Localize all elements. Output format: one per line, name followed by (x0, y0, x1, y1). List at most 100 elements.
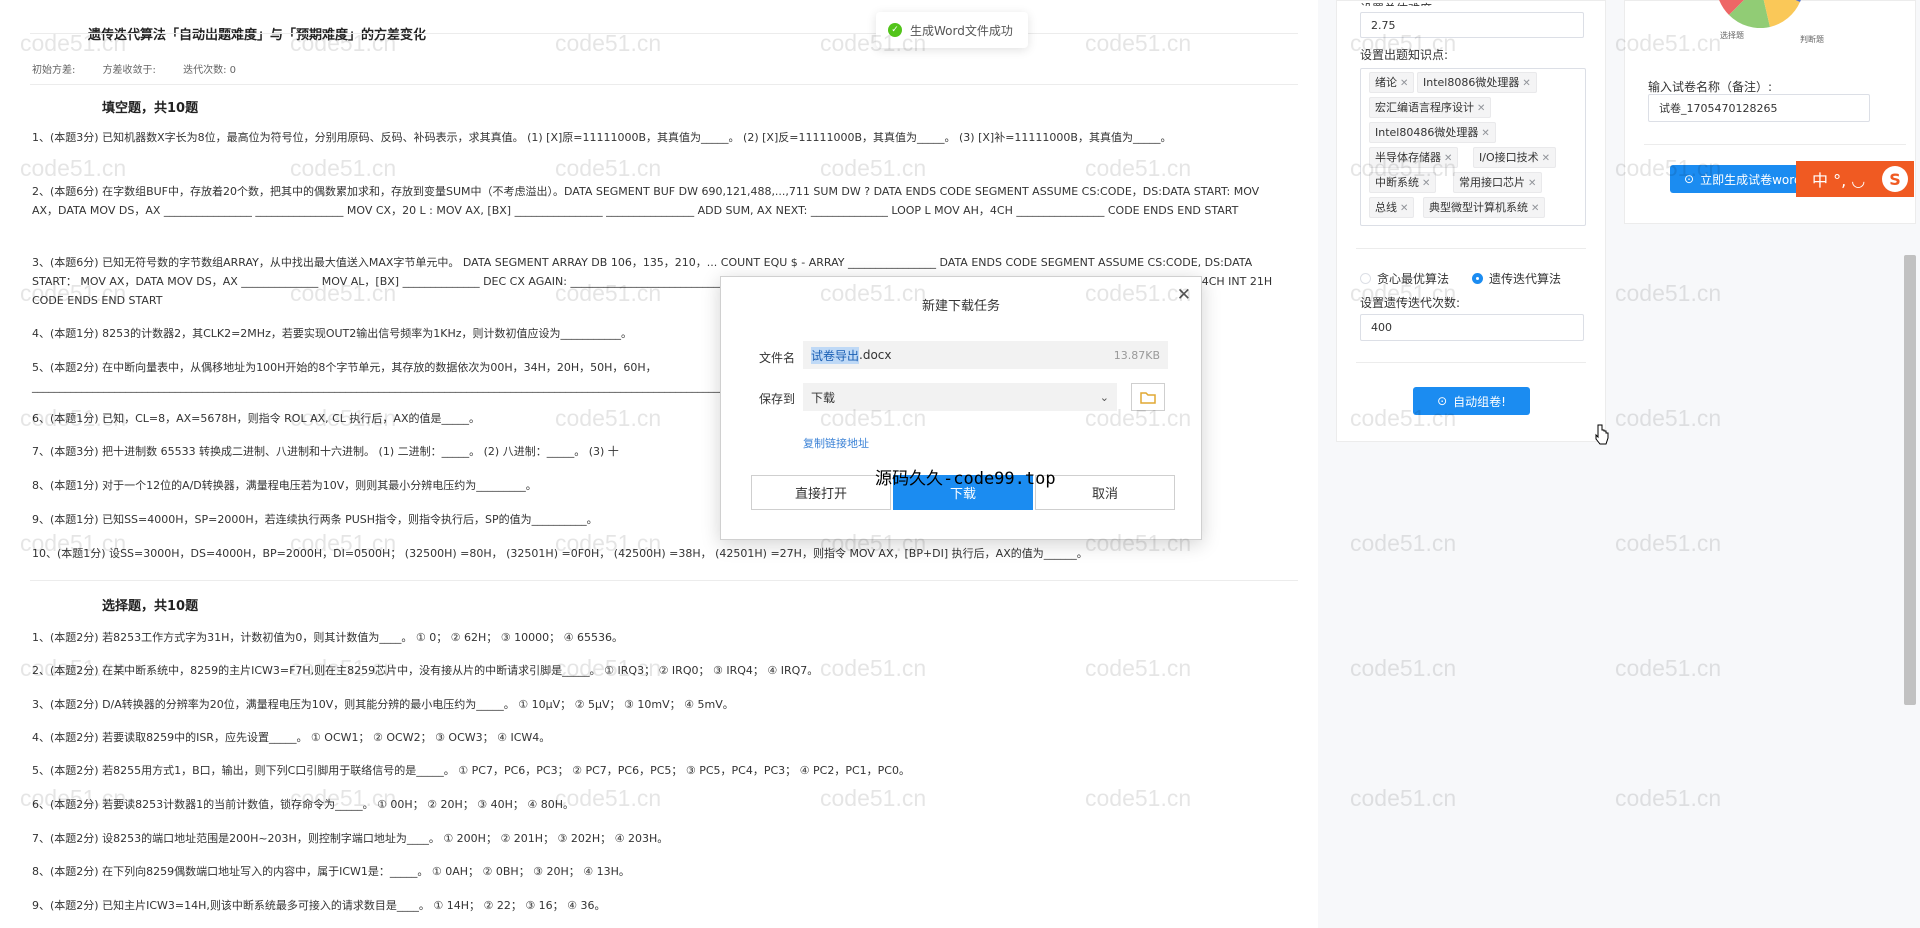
tag-item[interactable]: 宏汇编语言程序设计 ✕ (1369, 97, 1492, 118)
auto-compose-label: 自动组卷! (1453, 394, 1506, 409)
algo-genetic-label: 遗传迭代算法 (1489, 272, 1562, 286)
divider (1356, 248, 1586, 249)
download-dialog: 新建下载任务 ✕ 文件名 试卷导出 .docx 13.87KB 保存到 下载 ⌄ … (720, 276, 1202, 540)
chevron-down-icon: ⌄ (1099, 390, 1109, 404)
tag-item[interactable]: 中断系统 ✕ (1369, 172, 1437, 193)
close-icon[interactable]: ✕ (1531, 203, 1539, 214)
tag-item[interactable]: Intel8086微处理器 ✕ (1417, 72, 1537, 93)
question-item: 5、(本题2分) 若8255用方式1，B口，输出，则下列C口引脚用于联络信号的是… (32, 764, 910, 777)
question-item: 3、(本题2分) D/A转换器的分辨率为20位，满量程电压为10V，则其能分辨的… (32, 698, 734, 711)
pie-chart (1719, 0, 1801, 28)
divider (1644, 144, 1906, 145)
tag-item[interactable]: 绪论 ✕ (1369, 72, 1415, 93)
tag-label: 典型微型计算机系统 (1429, 201, 1528, 214)
ime-toolbar[interactable]: 中 °, ◡ S (1796, 161, 1914, 197)
generate-word-label: 立即生成试卷word (1700, 172, 1802, 187)
ime-status: 中 °, ◡ (1812, 171, 1866, 190)
tag-label: 总线 (1375, 201, 1397, 214)
sogou-logo-icon: S (1882, 166, 1908, 192)
tag-label: 中断系统 (1375, 176, 1419, 189)
check-circle-icon: ⊙ (1684, 172, 1695, 186)
question-item: 2、(本题2分) 在某中断系统中，8259的主片ICW3=F7H,则在主8259… (32, 664, 819, 677)
question-item: 6、(本题2分) 若要读8253计数器1的当前计数值，锁存命令为_____。 ①… (32, 798, 575, 811)
tag-item[interactable]: 典型微型计算机系统 ✕ (1423, 197, 1546, 218)
initial-variance: 初始方差: (32, 65, 76, 76)
close-icon[interactable]: ✕ (1422, 178, 1430, 189)
dialog-title: 新建下载任务 (921, 299, 1000, 314)
question-item: 7、(本题2分) 设8253的端口地址范围是200H~203H，则控制字端口地址… (32, 832, 669, 845)
close-icon[interactable]: ✕ (1400, 78, 1408, 89)
toast-text: 生成Word文件成功 (910, 23, 1013, 38)
fill-section-title: 填空题，共10题 (102, 101, 199, 116)
close-icon[interactable]: ✕ (1444, 153, 1452, 164)
tag-item[interactable]: 总线 ✕ (1369, 197, 1415, 218)
converged-variance: 方差收敛于: (102, 65, 156, 76)
paper-name-input[interactable]: 试卷_1705470128265 (1648, 94, 1870, 122)
paper-name-label: 输入试卷名称（备注）: (1648, 80, 1773, 94)
question-item: 2、(本题6分) 在字数组BUF中，存放着20个数，把其中的偶数累加求和，存放到… (32, 185, 1260, 217)
tag-label: Intel8086微处理器 (1423, 76, 1520, 89)
difficulty-input[interactable]: 2.75 (1360, 12, 1584, 38)
check-circle-icon: ⊙ (1437, 394, 1448, 408)
close-icon[interactable]: ✕ (1481, 128, 1489, 139)
divider (30, 33, 1298, 34)
saveto-label: 保存到 (759, 392, 796, 406)
tag-item[interactable]: Intel80486微处理器 ✕ (1369, 122, 1496, 143)
auto-compose-button[interactable]: ⊙ 自动组卷! (1413, 387, 1530, 415)
filename-label: 文件名 (759, 351, 796, 365)
filesize: 13.87KB (1113, 348, 1160, 362)
algo-greedy-label: 贪心最优算法 (1377, 272, 1450, 286)
filename-ext: .docx (859, 348, 892, 362)
knowledge-select[interactable]: 绪论 ✕ Intel8086微处理器 ✕ 宏汇编语言程序设计 ✕ Intel80486… (1360, 68, 1586, 226)
iteration-input[interactable]: 400 (1360, 314, 1584, 341)
open-directly-button[interactable]: 直接打开 (751, 475, 891, 510)
cancel-button[interactable]: 取消 (1035, 475, 1175, 510)
close-icon[interactable]: ✕ (1400, 203, 1408, 214)
question-item: 4、(本题2分) 若要读取8259中的ISR，应先设置_____。 ① OCW1… (32, 731, 551, 744)
folder-icon (1140, 391, 1156, 404)
question-item: 9、(本题2分) 已知主片ICW3=14H,则该中断系统最多可接入的请求数目是_… (32, 899, 606, 912)
question-item: 1、(本题3分) 已知机器数X字长为8位，最高位为符号位，分别用原码、反码、补码… (32, 131, 1172, 144)
tag-item[interactable]: 半导体存储器 ✕ (1369, 147, 1459, 168)
saveto-select[interactable]: 下载 ⌄ (803, 383, 1117, 411)
close-icon[interactable]: ✕ (1477, 103, 1485, 114)
tag-item[interactable]: 常用接口芯片 ✕ (1453, 172, 1543, 193)
iteration-count: 迭代次数: 0 (183, 65, 237, 76)
tag-label: 绪论 (1375, 76, 1397, 89)
pie-label-judge: 判断题 (1800, 35, 1824, 44)
close-icon[interactable]: ✕ (1542, 153, 1550, 164)
choice-section-title: 选择题，共10题 (102, 599, 199, 614)
iteration-label: 设置遗传迭代次数: (1360, 296, 1461, 310)
radio-dot (1360, 273, 1371, 284)
tag-label: 宏汇编语言程序设计 (1375, 101, 1474, 114)
copy-link[interactable]: 复制链接地址 (803, 435, 869, 451)
close-icon[interactable]: ✕ (1528, 178, 1536, 189)
tag-item[interactable]: I/O接口技术 ✕ (1473, 147, 1556, 168)
question-item: 1、(本题2分) 若8253工作方式字为31H，计数初值为0，则其计数值为___… (32, 631, 624, 644)
radio-dot (1472, 273, 1483, 284)
question-item: 10、(本题1分) 设SS=3000H，DS=4000H，BP=2000H，DI… (32, 547, 1088, 560)
question-item: 8、(本题2分) 在下列向8259偶数端口地址写入的内容中，属于ICW1是：__… (32, 865, 630, 878)
scrollbar[interactable] (1904, 255, 1916, 705)
saveto-value: 下载 (811, 390, 836, 405)
tag-label: I/O接口技术 (1479, 151, 1539, 164)
algo-genetic-radio[interactable]: 遗传迭代算法 (1472, 270, 1561, 287)
difficulty-label: 设置总体难度: (1360, 0, 1436, 6)
tag-label: 常用接口芯片 (1459, 176, 1525, 189)
knowledge-label: 设置出题知识点: (1360, 48, 1449, 62)
success-toast: ✓ 生成Word文件成功 (876, 12, 1028, 48)
close-icon[interactable]: ✕ (1522, 78, 1530, 89)
check-icon: ✓ (888, 23, 902, 37)
divider (30, 580, 1298, 581)
divider (30, 84, 1298, 85)
pie-label-choice: 选择题 (1720, 31, 1744, 40)
mouse-cursor-icon (1595, 424, 1609, 445)
filename-input[interactable]: 试卷导出 .docx 13.87KB (803, 341, 1168, 369)
browse-folder-button[interactable] (1131, 383, 1165, 411)
algo-greedy-radio[interactable]: 贪心最优算法 (1360, 270, 1449, 287)
source-banner: 源码久久-code99.top (875, 469, 1056, 489)
variance-meta: 初始方差: 方差收敛于: 迭代次数: 0 (32, 61, 260, 76)
tag-label: 半导体存储器 (1375, 151, 1441, 164)
close-icon[interactable]: ✕ (1177, 285, 1191, 305)
filename-selection: 试卷导出 (811, 346, 860, 364)
